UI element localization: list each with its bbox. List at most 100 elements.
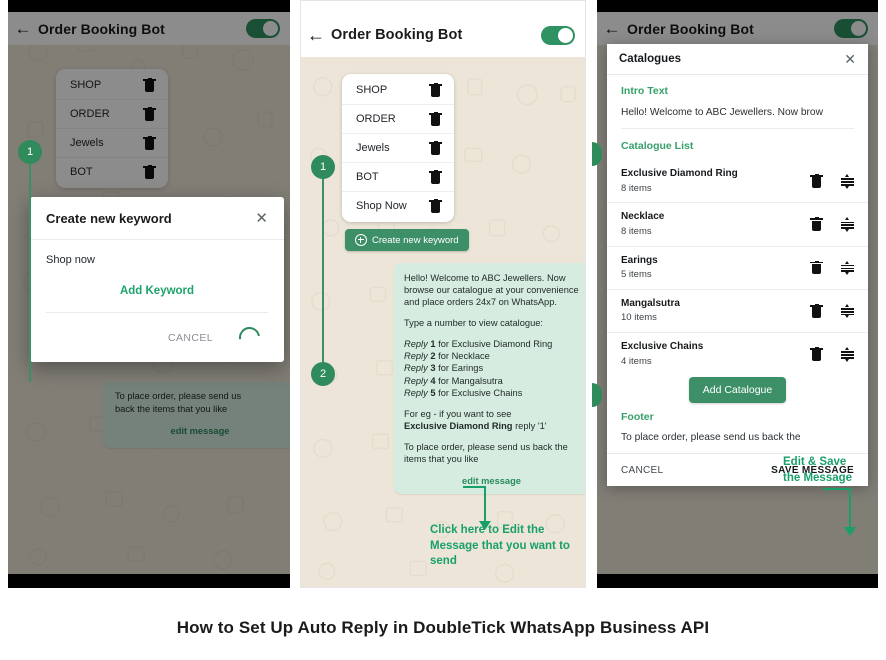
figure-caption: How to Set Up Auto Reply in DoubleTick W… <box>176 618 710 637</box>
trash-icon[interactable] <box>429 170 442 184</box>
trash-icon[interactable] <box>810 217 823 232</box>
step-number: 1 <box>319 161 327 173</box>
example-line: For eg - if you want to see <box>404 408 512 419</box>
screenshot-root: ← Order Booking Bot SHOP ORDER Jewels BO… <box>0 0 886 660</box>
callout-arrowhead <box>844 527 856 536</box>
keyword-label: SHOP <box>356 84 388 96</box>
step-connector <box>322 173 324 373</box>
footer-label: Footer <box>621 411 654 424</box>
callout-arrow-vertical <box>849 488 851 530</box>
bubble-outro: To place order, please send us back the … <box>404 441 568 464</box>
auto-reply-bubble: Hello! Welcome to ABC Jewellers. Now bro… <box>394 263 585 495</box>
phone-panel-2: ← Order Booking Bot SHOP ORDER Jewels BO… <box>300 0 586 588</box>
status-bar <box>8 0 290 12</box>
trash-icon[interactable] <box>810 303 823 318</box>
drag-handle-icon[interactable] <box>841 217 854 232</box>
app-bar: ← Order Booking Bot <box>301 13 585 57</box>
toggle-knob <box>558 27 573 43</box>
callout-arrow-horizontal <box>463 486 486 488</box>
intro-text-label: Intro Text <box>621 85 669 97</box>
close-icon[interactable]: ✕ <box>255 211 268 226</box>
nav-bar <box>8 574 290 588</box>
reply-option: Reply 3 for Earings <box>404 363 484 374</box>
catalogue-list-label: Catalogue List <box>621 140 694 152</box>
catalogue-name: Necklace <box>621 211 665 223</box>
catalogue-name: Exclusive Chains <box>621 341 704 353</box>
sheet-title: Catalogues <box>619 53 681 65</box>
trash-icon[interactable] <box>429 141 442 155</box>
trash-icon[interactable] <box>810 260 823 275</box>
step-badge-1: 1 <box>311 155 335 179</box>
step-badge-1: 1 <box>18 140 42 164</box>
footer-input[interactable]: To place order, please send us back the <box>621 432 854 443</box>
keyword-row[interactable]: ORDER <box>342 105 454 134</box>
keyword-label: Jewels <box>356 142 390 154</box>
keyword-row[interactable]: BOT <box>342 163 454 192</box>
catalogue-items: 5 items <box>621 269 652 281</box>
phone-panel-1: ← Order Booking Bot SHOP ORDER Jewels BO… <box>8 0 290 588</box>
example-bold: Exclusive Diamond Ring <box>404 420 513 431</box>
plus-circle-icon <box>355 234 367 246</box>
keyword-row[interactable]: Jewels <box>342 134 454 163</box>
create-new-keyword-button[interactable]: Create new keyword <box>345 229 469 251</box>
drag-handle-icon[interactable] <box>841 303 854 319</box>
catalogues-sheet: Catalogues ✕ Intro Text Hello! Welcome t… <box>607 44 868 487</box>
catalogue-name: Exclusive Diamond Ring <box>621 168 738 179</box>
drag-handle-icon[interactable] <box>841 347 854 362</box>
step-badge-2: 2 <box>311 362 335 386</box>
page-title: Order Booking Bot <box>331 27 463 43</box>
panel2-callout: Click here to Edit the Message that you … <box>430 524 570 568</box>
status-bar <box>597 0 878 12</box>
trash-icon[interactable] <box>429 112 442 126</box>
sheet-header: Catalogues ✕ <box>607 44 868 75</box>
panel3-callout: Edit & Save the Message <box>783 456 853 484</box>
catalogue-items: 8 items <box>621 182 652 194</box>
keyword-input[interactable]: Shop now <box>46 254 268 266</box>
bot-enabled-toggle[interactable] <box>541 25 575 45</box>
bubble-intro: Hello! Welcome to ABC Jewellers. Now bro… <box>404 273 579 308</box>
trash-icon[interactable] <box>429 83 442 97</box>
keyword-card: SHOP ORDER Jewels BOT Shop Now <box>342 74 454 222</box>
reply-option: Reply 4 for Mangalsutra <box>404 375 503 386</box>
catalogue-items: 10 items <box>621 312 657 324</box>
back-arrow-icon[interactable]: ← <box>301 26 331 44</box>
drag-handle-icon[interactable] <box>841 260 854 276</box>
trash-icon[interactable] <box>810 347 823 361</box>
bubble-example: For eg - if you want to see Exclusive Di… <box>404 408 579 432</box>
step-number: 2 <box>319 368 327 380</box>
trash-icon[interactable] <box>429 199 442 213</box>
reply-options: Reply 1 for Exclusive Diamond Ring Reply… <box>404 338 579 398</box>
add-keyword-button[interactable]: Add Keyword <box>46 285 268 297</box>
step-number: 1 <box>26 146 34 158</box>
edit-message-link[interactable]: edit message <box>404 476 579 486</box>
catalogue-name: Earings <box>621 254 658 266</box>
callout-arrow-horizontal <box>823 488 851 490</box>
intro-text-input[interactable]: Hello! Welcome to ABC Jewellers. Now bro… <box>621 107 854 118</box>
keyword-row[interactable]: SHOP <box>342 76 454 105</box>
keyword-label: Shop Now <box>356 200 407 212</box>
keyword-label: ORDER <box>356 113 396 125</box>
cancel-button[interactable]: CANCEL <box>168 332 213 344</box>
catalogue-items: 8 items <box>621 225 652 237</box>
create-keyword-dialog: Create new keyword ✕ Shop now Add Keywor… <box>30 197 284 362</box>
callout-arrow-vertical <box>484 486 486 524</box>
bubble-prompt: Type a number to view catalogue: <box>404 318 544 329</box>
catalogue-row[interactable]: Exclusive Diamond Ring 8 items <box>607 160 868 204</box>
catalogue-name: Mangalsutra <box>621 297 680 309</box>
catalogue-row[interactable]: Necklace 8 items <box>607 203 868 247</box>
phone-panel-3: ← Order Booking Bot Catalogues ✕ Intro T… <box>597 0 878 588</box>
cancel-button[interactable]: CANCEL <box>621 465 771 476</box>
catalogue-row[interactable]: Mangalsutra 10 items <box>607 290 868 334</box>
catalogue-items: 4 items <box>621 355 652 367</box>
catalogue-row[interactable]: Exclusive Chains 4 items <box>607 333 868 375</box>
create-new-keyword-label: Create new keyword <box>372 234 459 246</box>
trash-icon[interactable] <box>810 174 823 188</box>
reply-option: Reply 1 for Exclusive Diamond Ring <box>404 339 553 350</box>
drag-handle-icon[interactable] <box>841 174 854 189</box>
step-connector <box>29 152 31 382</box>
add-catalogue-button[interactable]: Add Catalogue <box>688 377 787 404</box>
catalogue-row[interactable]: Earings 5 items <box>607 247 868 290</box>
close-icon[interactable]: ✕ <box>844 52 856 66</box>
keyword-row[interactable]: Shop Now <box>342 192 454 220</box>
nav-bar <box>597 574 878 588</box>
